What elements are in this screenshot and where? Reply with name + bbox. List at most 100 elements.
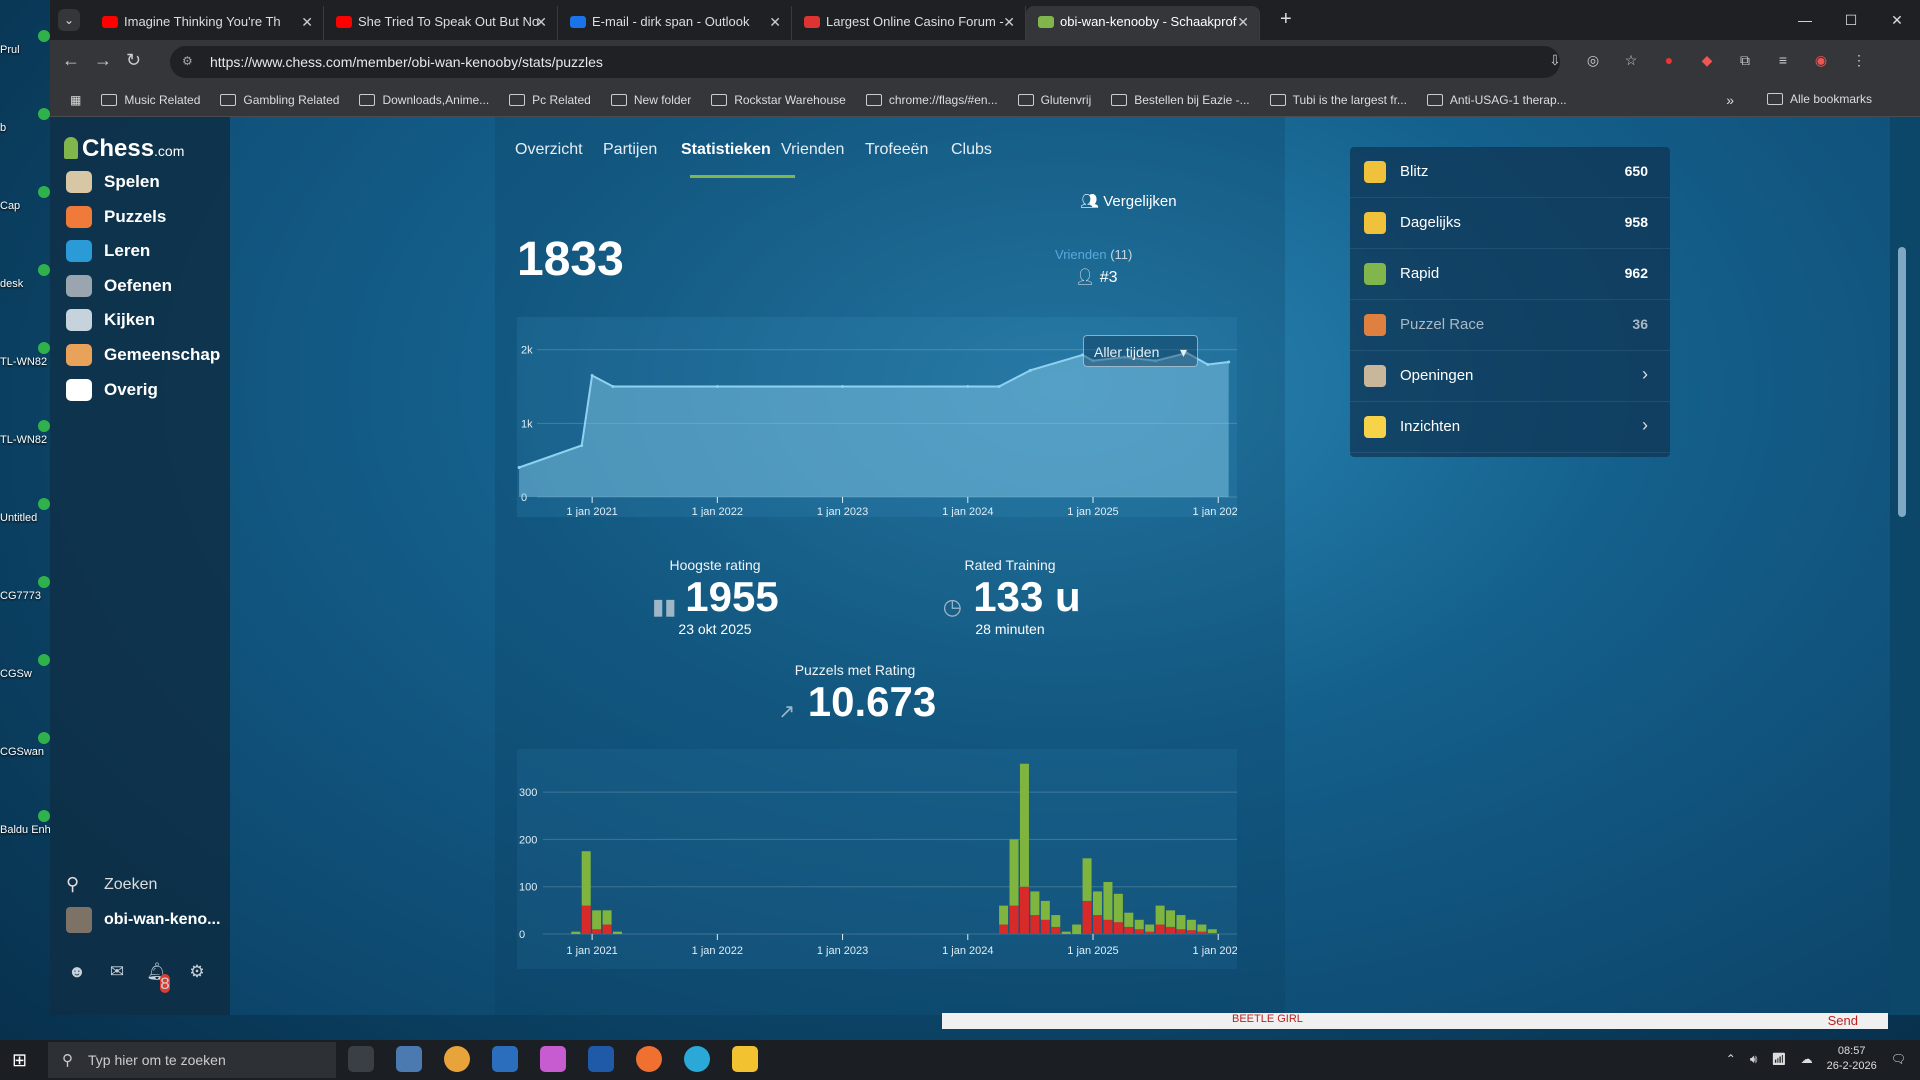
taskbar-search[interactable]: ⚲ Typ hier om te zoeken: [48, 1042, 336, 1078]
friends-icon[interactable]: ☻: [66, 962, 88, 984]
install-app-icon[interactable]: ⇩: [1545, 52, 1565, 72]
sidebar-item-puzzels[interactable]: Puzzels: [66, 202, 166, 232]
bookmark-star-icon[interactable]: ☆: [1621, 52, 1641, 72]
close-tab-icon[interactable]: ✕: [1003, 6, 1015, 38]
store-icon[interactable]: [492, 1046, 518, 1072]
tab-search-button[interactable]: ⌄: [58, 9, 80, 31]
page-scrollbar[interactable]: [1890, 117, 1920, 1015]
scrollbar-thumb[interactable]: [1898, 247, 1906, 517]
bookmark-item[interactable]: Tubi is the largest fr...: [1269, 93, 1407, 107]
sidebar-item-gemeenschap[interactable]: Gemeenschap: [66, 340, 220, 370]
bookmark-item[interactable]: Gambling Related: [220, 93, 339, 107]
volume-icon[interactable]: 🔊︎: [1750, 1052, 1758, 1067]
tab-overzicht[interactable]: Overzicht: [515, 141, 583, 159]
windows-start-icon[interactable]: ⊞: [12, 1050, 32, 1070]
maximize-button[interactable]: ☐: [1828, 0, 1874, 40]
messages-icon[interactable]: ✉: [106, 962, 128, 984]
sidebar-item-leren[interactable]: Leren: [66, 236, 150, 266]
extensions-puzzle-icon[interactable]: ⧉: [1735, 52, 1755, 72]
settings-icon[interactable]: ⚙: [186, 962, 208, 984]
notification-center-icon[interactable]: 🗨︎: [1891, 1052, 1906, 1066]
tab-clubs[interactable]: Clubs: [951, 141, 992, 159]
close-tab-icon[interactable]: ✕: [769, 6, 781, 38]
bookmark-item[interactable]: New folder: [610, 93, 691, 107]
browser-tab[interactable]: She Tried To Speak Out But No ✕: [324, 6, 558, 40]
onedrive-icon[interactable]: ☁: [1801, 1052, 1813, 1066]
desktop-icon[interactable]: TL-WN82: [0, 342, 50, 368]
tab-vrienden[interactable]: Vrienden: [781, 141, 844, 159]
minimize-button[interactable]: —: [1782, 0, 1828, 40]
office-icon[interactable]: [540, 1046, 566, 1072]
compare-button[interactable]: 👥︎ Vergelijken: [1080, 192, 1177, 210]
desktop-icon[interactable]: Cap: [0, 186, 50, 212]
app-icon[interactable]: [396, 1046, 422, 1072]
app-icon[interactable]: [588, 1046, 614, 1072]
reading-list-icon[interactable]: ≡: [1773, 52, 1793, 72]
notifications-icon[interactable]: 🔔︎8: [146, 962, 170, 993]
bookmark-item[interactable]: Anti-USAG-1 therap...: [1426, 93, 1567, 107]
desktop-icon[interactable]: CG7773: [0, 576, 50, 602]
sidebar-item-kijken[interactable]: Kijken: [66, 305, 155, 335]
edge-icon[interactable]: [684, 1046, 710, 1072]
bookmark-item[interactable]: Bestellen bij Eazie -...: [1111, 93, 1250, 107]
rating-row-rapid[interactable]: Rapid 962: [1350, 249, 1670, 300]
back-button[interactable]: ←: [62, 50, 80, 71]
tab-partijen[interactable]: Partijen: [603, 141, 657, 159]
sidebar-item-overig[interactable]: Overig: [66, 375, 158, 405]
bookmark-item[interactable]: Pc Related: [509, 93, 591, 107]
close-window-button[interactable]: ✕: [1874, 0, 1920, 40]
desktop-icon[interactable]: Prul: [0, 30, 50, 56]
rating-row-openingen[interactable]: Openingen ›: [1350, 351, 1670, 402]
tab-trofeeën[interactable]: Trofeeën: [865, 141, 928, 159]
all-bookmarks[interactable]: Alle bookmarks: [1766, 92, 1872, 106]
menu-icon[interactable]: ⋮: [1849, 52, 1869, 72]
bookmark-item[interactable]: Rockstar Warehouse: [711, 93, 846, 107]
task-view-icon[interactable]: [348, 1046, 374, 1072]
firefox-icon[interactable]: [636, 1046, 662, 1072]
profile-icon[interactable]: ◉: [1811, 52, 1831, 72]
close-tab-icon[interactable]: ✕: [535, 6, 547, 38]
browser-tab[interactable]: Largest Online Casino Forum - ✕: [792, 6, 1026, 40]
url-field[interactable]: ⚙ https://www.chess.com/member/obi-wan-k…: [170, 46, 1560, 78]
tracking-icon[interactable]: ◎: [1583, 52, 1603, 72]
rating-row-blitz[interactable]: Blitz 650: [1350, 147, 1670, 198]
bookmark-item[interactable]: Glutenvrij: [1017, 93, 1091, 107]
forward-button[interactable]: →: [94, 50, 112, 71]
desktop-icon[interactable]: Untitled: [0, 498, 50, 524]
bookmark-item[interactable]: Music Related: [101, 93, 200, 107]
new-tab-button[interactable]: +: [1280, 8, 1292, 31]
browser-tab[interactable]: E-mail - dirk span - Outlook ✕: [558, 6, 792, 40]
apps-icon[interactable]: ▦: [70, 93, 81, 107]
chat-send-button[interactable]: Send: [1828, 1013, 1858, 1028]
file-explorer-icon[interactable]: [732, 1046, 758, 1072]
site-info-icon[interactable]: ⚙: [182, 54, 196, 68]
chevron-up-icon[interactable]: ⌃: [1726, 1052, 1736, 1066]
desktop-icon[interactable]: Baldu Enhanc: [0, 810, 50, 836]
range-select[interactable]: Aller tijden ▾: [1083, 335, 1198, 367]
bookmark-item[interactable]: Downloads,Anime...: [359, 93, 489, 107]
chess-logo[interactable]: Chess.com: [64, 135, 184, 163]
sidebar-item-oefenen[interactable]: Oefenen: [66, 271, 172, 301]
desktop-icon[interactable]: b: [0, 108, 50, 134]
rating-row-inzichten[interactable]: Inzichten ›: [1350, 402, 1670, 453]
network-icon[interactable]: 📶︎: [1771, 1052, 1786, 1066]
tab-statistieken[interactable]: Statistieken: [681, 141, 771, 159]
rating-row-puzzel-race[interactable]: Puzzel Race 36: [1350, 300, 1670, 351]
desktop-icon[interactable]: desk: [0, 264, 50, 290]
puzzle-activity-chart[interactable]: 0 100 200 300 1 jan 2021 1 jan 2022 1 jan 2023…: [517, 749, 1237, 969]
bookmark-item[interactable]: chrome://flags/#en...: [865, 93, 998, 107]
rating-row-dagelijks[interactable]: Dagelijks 958: [1350, 198, 1670, 249]
more-bookmarks-icon[interactable]: »: [1726, 92, 1734, 108]
browser-tab[interactable]: obi-wan-kenooby - Schaakprof ✕: [1026, 6, 1260, 40]
desktop-icon[interactable]: CGSwan: [0, 732, 50, 758]
sidebar-item-spelen[interactable]: Spelen: [66, 167, 160, 197]
close-tab-icon[interactable]: ✕: [301, 6, 313, 38]
desktop-icon[interactable]: TL-WN82: [0, 420, 50, 446]
extension-icon[interactable]: ◆: [1697, 52, 1717, 72]
browser-tab[interactable]: Imagine Thinking You're Th ✕: [90, 6, 324, 40]
clock[interactable]: 08:57 26-2-2026: [1827, 1044, 1877, 1074]
friends-link[interactable]: Vrienden (11): [1055, 247, 1132, 262]
reload-button[interactable]: ↻: [126, 50, 141, 71]
search-link[interactable]: ⚲ Zoeken: [66, 874, 157, 895]
desktop-icon[interactable]: CGSw: [0, 654, 50, 680]
